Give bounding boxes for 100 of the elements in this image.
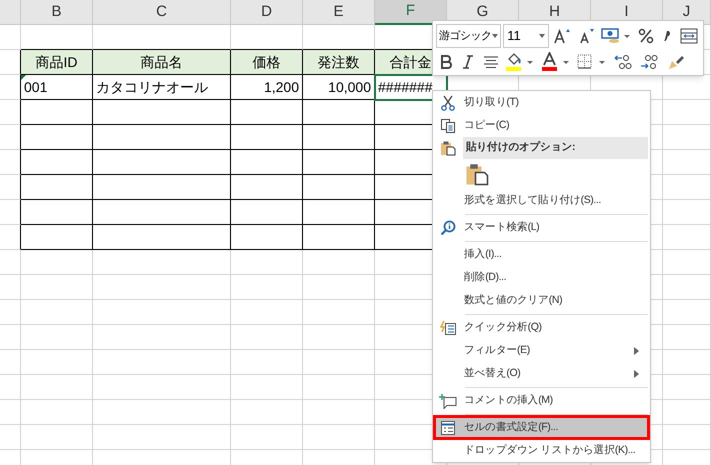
copy-icon [440, 118, 456, 134]
column-heading: 価格 [252, 52, 280, 72]
table-cell [21, 300, 93, 325]
menu-item[interactable]: 並べ替え(O) [434, 362, 649, 385]
column-header[interactable]: F [375, 0, 447, 25]
table-cell [663, 225, 711, 250]
table-cell [0, 300, 21, 325]
cell-value: 001 [24, 78, 48, 96]
column-heading: 商品ID [36, 52, 78, 72]
table-cell [231, 175, 303, 200]
cell-value: カタコリナオール [96, 78, 208, 96]
table-cell [303, 300, 375, 325]
menu-item[interactable]: 数式と値のクリア(N) [434, 289, 649, 312]
table-cell [21, 150, 93, 175]
format-cells-icon [440, 420, 456, 436]
column-heading: 商品名 [140, 52, 182, 72]
table-cell [21, 275, 93, 300]
cell-value: ####### [378, 78, 433, 96]
menu-item[interactable]: スマート検索(L) [434, 216, 649, 239]
menu-item[interactable]: 切り取り(T) [434, 91, 649, 114]
table-cell [663, 350, 711, 375]
table-cell [0, 225, 21, 250]
column-heading: 発注数 [318, 52, 360, 72]
table-cell [663, 100, 711, 125]
table-cell [303, 25, 375, 50]
paste-button[interactable] [465, 162, 489, 186]
table-cell [231, 400, 303, 425]
table-cell [21, 400, 93, 425]
caret-icon [538, 34, 544, 38]
table-cell [303, 275, 375, 300]
table-cell [0, 275, 21, 300]
table-cell [21, 200, 93, 225]
font-size-dropdown[interactable]: 11 [503, 24, 548, 48]
menu-item[interactable]: 挿入(I)... [434, 243, 649, 266]
menu-item[interactable]: セルの書式設定(F)... [434, 416, 649, 439]
table-cell [663, 250, 711, 275]
clipboard-icon [465, 162, 489, 186]
table-cell [0, 425, 21, 450]
menu-item[interactable]: ドロップダウン リストから選択(K)... [434, 439, 649, 462]
table-cell [0, 125, 21, 150]
table-cell [231, 425, 303, 450]
table-cell [303, 400, 375, 425]
menu-item[interactable]: 削除(D)... [434, 266, 649, 289]
table-cell [231, 250, 303, 275]
table-cell [231, 300, 303, 325]
table-cell [303, 425, 375, 450]
search-icon [440, 220, 456, 236]
table-cell [21, 250, 93, 275]
table-cell [0, 350, 21, 375]
table-cell [663, 300, 711, 325]
table-cell [0, 175, 21, 200]
table-cell [231, 200, 303, 225]
table-cell [0, 200, 21, 225]
table-cell [21, 350, 93, 375]
menu-item[interactable]: フィルター(E) [434, 339, 649, 362]
table-cell [663, 375, 711, 400]
table-cell [303, 225, 375, 250]
table-cell [303, 325, 375, 350]
menu-item[interactable]: コメントの挿入(M) [434, 389, 649, 412]
table-cell [663, 275, 711, 300]
table-cell [303, 125, 375, 150]
quick-analysis-icon [440, 320, 456, 336]
font-name-dropdown[interactable]: 游ゴシック [436, 24, 502, 48]
table-cell [0, 400, 21, 425]
table-cell [663, 125, 711, 150]
table-cell [231, 350, 303, 375]
table-cell [663, 425, 711, 450]
table-cell [21, 425, 93, 450]
cell-value: 10,000 [328, 78, 371, 96]
cell-value: 1,200 [264, 78, 299, 96]
clipboard-icon [440, 140, 456, 156]
table-cell [0, 375, 21, 400]
caret-icon [492, 34, 498, 38]
new-comment-icon [439, 392, 457, 408]
table-cell [663, 150, 711, 175]
menu-item[interactable]: クイック分析(Q) [434, 316, 649, 339]
table-cell [303, 350, 375, 375]
table-cell [0, 100, 21, 125]
table-cell [231, 225, 303, 250]
table-cell [303, 175, 375, 200]
column-heading: 合計金 [390, 52, 432, 72]
table-cell [21, 325, 93, 350]
table-cell [21, 25, 93, 50]
table-cell [231, 150, 303, 175]
paste-options-heading: 貼り付けのオプション: [463, 137, 648, 159]
table-cell [663, 175, 711, 200]
menu-item[interactable]: コピー(C) [434, 114, 649, 137]
table-cell [0, 250, 21, 275]
table-cell [231, 375, 303, 400]
table-cell [21, 175, 93, 200]
menu-item[interactable]: 形式を選択して貼り付け(S)... [434, 189, 649, 212]
table-cell [663, 325, 711, 350]
table-cell [303, 200, 375, 225]
table-cell [0, 150, 21, 175]
table-cell [303, 150, 375, 175]
table-cell [21, 375, 93, 400]
table-cell [0, 325, 21, 350]
scissors-icon [440, 94, 456, 110]
table-cell [231, 125, 303, 150]
table-cell [303, 375, 375, 400]
